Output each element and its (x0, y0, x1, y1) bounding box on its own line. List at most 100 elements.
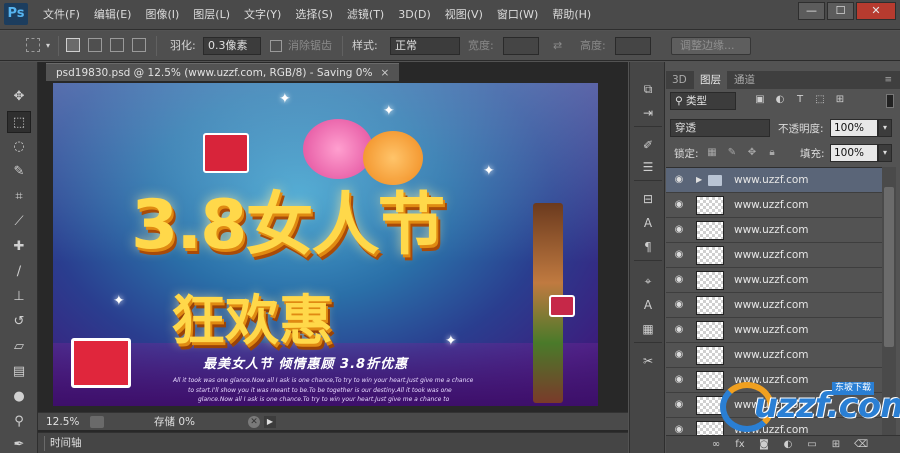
cancel-save-icon[interactable]: ✕ (248, 416, 260, 428)
antialias-checkbox[interactable] (270, 40, 282, 52)
visibility-eye-icon[interactable]: ◉ (672, 174, 686, 186)
filter-toggle[interactable] (886, 94, 894, 108)
intersect-selection-icon[interactable] (132, 38, 146, 52)
tool-presets-panel-icon[interactable]: ✂ (638, 352, 658, 370)
lasso-tool-icon[interactable]: ◌ (7, 136, 31, 158)
timeline-tab[interactable]: 时间轴 (44, 436, 87, 451)
type-filter-icon[interactable]: T (794, 94, 806, 106)
tool-preset-dropdown-icon[interactable]: ▾ (46, 38, 50, 54)
document-tab[interactable]: psd19830.psd @ 12.5% (www.uzzf.com, RGB/… (46, 63, 400, 81)
feather-input[interactable]: 0.3像素 (203, 37, 261, 55)
document-info-icon[interactable] (90, 416, 104, 428)
layer-mask-icon[interactable]: ◙ (758, 439, 770, 451)
blur-tool-icon[interactable]: ● (7, 386, 31, 408)
minimize-button[interactable]: — (798, 2, 825, 20)
visibility-eye-icon[interactable]: ◉ (672, 374, 686, 386)
eyedropper-tool-icon[interactable]: ⟋ (7, 211, 31, 233)
layer-filter-select[interactable]: ⚲ 类型 (670, 92, 736, 110)
menu-file[interactable]: 文件(F) (36, 0, 87, 30)
close-document-icon[interactable]: × (380, 67, 389, 79)
visibility-eye-icon[interactable]: ◉ (672, 324, 686, 336)
close-button[interactable]: ✕ (856, 2, 896, 20)
menu-help[interactable]: 帮助(H) (545, 0, 598, 30)
marquee-tool-icon[interactable] (26, 38, 40, 52)
menu-layer[interactable]: 图层(L) (186, 0, 237, 30)
lock-all-icon[interactable]: 🔒︎ (766, 147, 778, 159)
layer-row[interactable]: ◉ www.uzzf.com (666, 243, 882, 268)
clone-source-panel-icon[interactable]: ⊟ (638, 190, 658, 208)
paragraph-panel-icon[interactable]: ¶ (638, 238, 658, 256)
dodge-tool-icon[interactable]: ⚲ (7, 411, 31, 433)
width-input[interactable] (503, 37, 539, 55)
move-tool-icon[interactable]: ✥ (7, 86, 31, 108)
swatches-panel-icon[interactable]: ▦ (638, 320, 658, 338)
character-panel-icon[interactable]: A (638, 214, 658, 232)
history-panel-icon[interactable]: ⧉ (638, 80, 658, 98)
opacity-input[interactable]: 100% (830, 119, 878, 137)
new-layer-icon[interactable]: ⊞ (830, 439, 842, 451)
layer-row[interactable]: ◉ www.uzzf.com (666, 218, 882, 243)
group-expand-arrow-icon[interactable]: ▶ (696, 175, 702, 184)
adjustments-panel-icon[interactable]: ☰ (638, 158, 658, 176)
eraser-tool-icon[interactable]: ▱ (7, 336, 31, 358)
tab-layers[interactable]: 图层 (694, 71, 727, 89)
menu-type[interactable]: 文字(Y) (237, 0, 288, 30)
glyphs-panel-icon[interactable]: A (638, 296, 658, 314)
visibility-eye-icon[interactable]: ◉ (672, 224, 686, 236)
new-selection-icon[interactable] (66, 38, 80, 52)
tab-3d[interactable]: 3D (666, 71, 693, 89)
brush-panel-icon[interactable]: ✐ (638, 136, 658, 154)
adjustment-layer-icon[interactable]: ◐ (782, 439, 794, 451)
visibility-eye-icon[interactable]: ◉ (672, 274, 686, 286)
brush-tool-icon[interactable]: ∕ (7, 261, 31, 283)
menu-select[interactable]: 选择(S) (288, 0, 340, 30)
zoom-level[interactable]: 12.5% (46, 415, 88, 429)
refine-edge-button[interactable]: 调整边缘... (671, 37, 751, 55)
scrollbar-thumb[interactable] (884, 187, 894, 347)
menu-3d[interactable]: 3D(D) (391, 0, 438, 30)
layer-row[interactable]: ◉ www.uzzf.com (666, 343, 882, 368)
panel-menu-icon[interactable]: ≡ (878, 71, 898, 89)
navigator-panel-icon[interactable]: ⌖ (638, 272, 658, 290)
height-input[interactable] (615, 37, 651, 55)
visibility-eye-icon[interactable]: ◉ (672, 424, 686, 435)
history-brush-tool-icon[interactable]: ↺ (7, 311, 31, 333)
subtract-from-selection-icon[interactable] (110, 38, 124, 52)
lock-image-icon[interactable]: ✎ (726, 147, 738, 159)
layer-group-row[interactable]: ◉ ▶ www.uzzf.com (666, 168, 882, 193)
add-to-selection-icon[interactable] (88, 38, 102, 52)
lock-transparent-icon[interactable]: ▦ (706, 147, 718, 159)
layer-row[interactable]: ◉ www.uzzf.com (666, 293, 882, 318)
pixel-filter-icon[interactable]: ▣ (754, 94, 766, 106)
fill-input[interactable]: 100% (830, 144, 878, 162)
gradient-tool-icon[interactable]: ▤ (7, 361, 31, 383)
menu-filter[interactable]: 滤镜(T) (340, 0, 391, 30)
shape-filter-icon[interactable]: ⬚ (814, 94, 826, 106)
quick-select-tool-icon[interactable]: ✎ (7, 161, 31, 183)
layer-row[interactable]: ◉ www.uzzf.com (666, 318, 882, 343)
crop-tool-icon[interactable]: ⌗ (7, 186, 31, 208)
healing-brush-tool-icon[interactable]: ✚ (7, 236, 31, 258)
visibility-eye-icon[interactable]: ◉ (672, 249, 686, 261)
blend-mode-select[interactable]: 穿透 (670, 119, 770, 137)
menu-edit[interactable]: 编辑(E) (87, 0, 139, 30)
maximize-button[interactable]: ☐ (827, 2, 854, 20)
link-layers-icon[interactable]: ∞ (710, 439, 722, 451)
opacity-dropdown-icon[interactable]: ▾ (878, 119, 892, 137)
visibility-eye-icon[interactable]: ◉ (672, 199, 686, 211)
visibility-eye-icon[interactable]: ◉ (672, 399, 686, 411)
adjustment-filter-icon[interactable]: ◐ (774, 94, 786, 106)
smart-object-filter-icon[interactable]: ⊞ (834, 94, 846, 106)
menu-view[interactable]: 视图(V) (438, 0, 490, 30)
delete-layer-icon[interactable]: ⌫ (854, 439, 868, 451)
visibility-eye-icon[interactable]: ◉ (672, 349, 686, 361)
new-group-icon[interactable]: ▭ (806, 439, 818, 451)
marquee-tool-icon[interactable]: ⬚ (7, 111, 31, 133)
fill-dropdown-icon[interactable]: ▾ (878, 144, 892, 162)
style-select[interactable]: 正常 (390, 37, 460, 55)
swap-icon[interactable]: ⇄ (553, 38, 562, 54)
properties-panel-icon[interactable]: ⇥ (638, 104, 658, 122)
pen-tool-icon[interactable]: ✒ (7, 434, 31, 453)
stamp-tool-icon[interactable]: ⊥ (7, 286, 31, 308)
tab-channels[interactable]: 通道 (728, 71, 761, 89)
